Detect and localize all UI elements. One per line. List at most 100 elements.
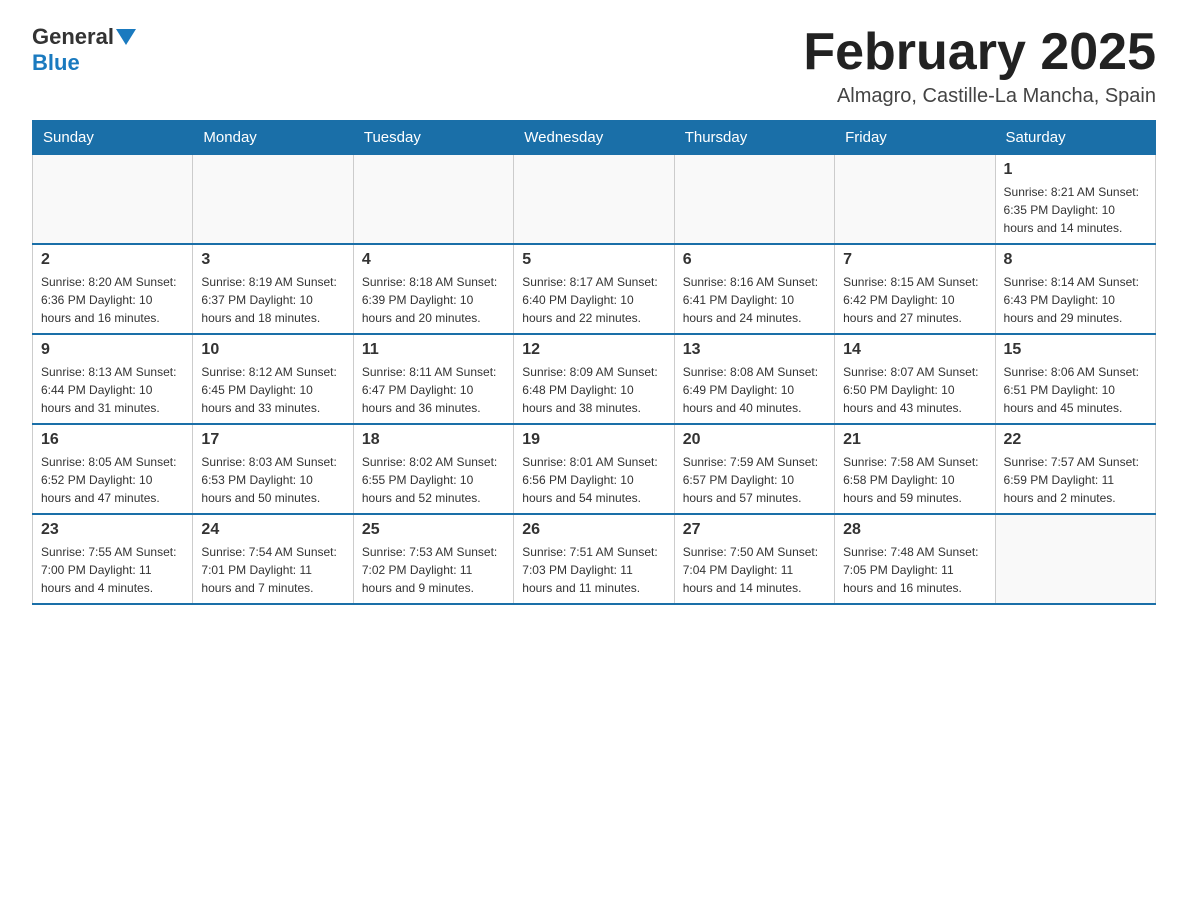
logo: General Blue: [32, 24, 138, 76]
day-info: Sunrise: 8:21 AM Sunset: 6:35 PM Dayligh…: [1004, 183, 1147, 237]
weekday-header-tuesday: Tuesday: [353, 121, 513, 155]
day-info: Sunrise: 8:08 AM Sunset: 6:49 PM Dayligh…: [683, 363, 826, 417]
calendar-cell: 19 Sunrise: 8:01 AM Sunset: 6:56 PM Dayli…: [514, 424, 674, 514]
calendar-cell: 10 Sunrise: 8:12 AM Sunset: 6:45 PM Dayli…: [193, 334, 353, 424]
day-number: 28: [843, 521, 986, 539]
calendar-cell: 27 Sunrise: 7:50 AM Sunset: 7:04 PM Dayli…: [674, 514, 834, 604]
day-info: Sunrise: 8:05 AM Sunset: 6:52 PM Dayligh…: [41, 453, 184, 507]
logo-triangle-icon: [116, 29, 136, 45]
calendar-cell: [514, 155, 674, 245]
day-info: Sunrise: 8:15 AM Sunset: 6:42 PM Dayligh…: [843, 273, 986, 327]
calendar-week-1: 1 Sunrise: 8:21 AM Sunset: 6:35 PM Daylig…: [33, 155, 1156, 245]
calendar-cell: 7 Sunrise: 8:15 AM Sunset: 6:42 PM Daylig…: [835, 244, 995, 334]
day-number: 16: [41, 431, 184, 449]
day-info: Sunrise: 8:19 AM Sunset: 6:37 PM Dayligh…: [201, 273, 344, 327]
calendar-body: 1 Sunrise: 8:21 AM Sunset: 6:35 PM Daylig…: [33, 155, 1156, 605]
calendar-week-5: 23 Sunrise: 7:55 AM Sunset: 7:00 PM Dayli…: [33, 514, 1156, 604]
day-number: 7: [843, 251, 986, 269]
calendar-cell: 20 Sunrise: 7:59 AM Sunset: 6:57 PM Dayli…: [674, 424, 834, 514]
day-info: Sunrise: 7:59 AM Sunset: 6:57 PM Dayligh…: [683, 453, 826, 507]
calendar-subtitle: Almagro, Castille-La Mancha, Spain: [803, 85, 1156, 108]
day-number: 20: [683, 431, 826, 449]
calendar-cell: 23 Sunrise: 7:55 AM Sunset: 7:00 PM Dayli…: [33, 514, 193, 604]
day-number: 6: [683, 251, 826, 269]
day-info: Sunrise: 8:07 AM Sunset: 6:50 PM Dayligh…: [843, 363, 986, 417]
day-info: Sunrise: 8:18 AM Sunset: 6:39 PM Dayligh…: [362, 273, 505, 327]
day-info: Sunrise: 8:01 AM Sunset: 6:56 PM Dayligh…: [522, 453, 665, 507]
title-block: February 2025 Almagro, Castille-La Manch…: [803, 24, 1156, 108]
calendar-cell: 2 Sunrise: 8:20 AM Sunset: 6:36 PM Daylig…: [33, 244, 193, 334]
day-info: Sunrise: 7:53 AM Sunset: 7:02 PM Dayligh…: [362, 543, 505, 597]
calendar-week-3: 9 Sunrise: 8:13 AM Sunset: 6:44 PM Daylig…: [33, 334, 1156, 424]
calendar-cell: 24 Sunrise: 7:54 AM Sunset: 7:01 PM Dayli…: [193, 514, 353, 604]
day-info: Sunrise: 8:17 AM Sunset: 6:40 PM Dayligh…: [522, 273, 665, 327]
day-number: 21: [843, 431, 986, 449]
calendar-cell: [835, 155, 995, 245]
day-number: 24: [201, 521, 344, 539]
day-info: Sunrise: 7:54 AM Sunset: 7:01 PM Dayligh…: [201, 543, 344, 597]
day-number: 1: [1004, 161, 1147, 179]
day-info: Sunrise: 8:03 AM Sunset: 6:53 PM Dayligh…: [201, 453, 344, 507]
weekday-header-thursday: Thursday: [674, 121, 834, 155]
weekday-row: SundayMondayTuesdayWednesdayThursdayFrid…: [33, 121, 1156, 155]
day-info: Sunrise: 8:20 AM Sunset: 6:36 PM Dayligh…: [41, 273, 184, 327]
day-number: 23: [41, 521, 184, 539]
logo-blue-text: Blue: [32, 50, 80, 76]
day-number: 11: [362, 341, 505, 359]
calendar-cell: 14Sunrise: 8:07 AM Sunset: 6:50 PM Dayli…: [835, 334, 995, 424]
calendar-cell: 16 Sunrise: 8:05 AM Sunset: 6:52 PM Dayli…: [33, 424, 193, 514]
day-number: 19: [522, 431, 665, 449]
calendar-cell: 15 Sunrise: 8:06 AM Sunset: 6:51 PM Dayli…: [995, 334, 1155, 424]
calendar-cell: [674, 155, 834, 245]
day-number: 2: [41, 251, 184, 269]
day-info: Sunrise: 8:09 AM Sunset: 6:48 PM Dayligh…: [522, 363, 665, 417]
page-header: General Blue February 2025 Almagro, Cast…: [32, 24, 1156, 108]
calendar-cell: 5 Sunrise: 8:17 AM Sunset: 6:40 PM Daylig…: [514, 244, 674, 334]
calendar-cell: 12Sunrise: 8:09 AM Sunset: 6:48 PM Dayli…: [514, 334, 674, 424]
day-info: Sunrise: 8:13 AM Sunset: 6:44 PM Dayligh…: [41, 363, 184, 417]
logo-general-text: General: [32, 24, 114, 50]
day-number: 27: [683, 521, 826, 539]
day-info: Sunrise: 8:06 AM Sunset: 6:51 PM Dayligh…: [1004, 363, 1147, 417]
weekday-header-monday: Monday: [193, 121, 353, 155]
calendar-cell: 1 Sunrise: 8:21 AM Sunset: 6:35 PM Daylig…: [995, 155, 1155, 245]
calendar-cell: 13 Sunrise: 8:08 AM Sunset: 6:49 PM Dayli…: [674, 334, 834, 424]
calendar-cell: 8Sunrise: 8:14 AM Sunset: 6:43 PM Daylig…: [995, 244, 1155, 334]
day-info: Sunrise: 7:50 AM Sunset: 7:04 PM Dayligh…: [683, 543, 826, 597]
day-number: 10: [201, 341, 344, 359]
day-number: 15: [1004, 341, 1147, 359]
calendar-cell: 3 Sunrise: 8:19 AM Sunset: 6:37 PM Daylig…: [193, 244, 353, 334]
calendar-cell: [353, 155, 513, 245]
day-number: 25: [362, 521, 505, 539]
day-info: Sunrise: 7:57 AM Sunset: 6:59 PM Dayligh…: [1004, 453, 1147, 507]
calendar-title: February 2025: [803, 24, 1156, 81]
day-info: Sunrise: 8:14 AM Sunset: 6:43 PM Dayligh…: [1004, 273, 1147, 327]
calendar-cell: [995, 514, 1155, 604]
day-info: Sunrise: 7:51 AM Sunset: 7:03 PM Dayligh…: [522, 543, 665, 597]
calendar-week-2: 2 Sunrise: 8:20 AM Sunset: 6:36 PM Daylig…: [33, 244, 1156, 334]
day-number: 13: [683, 341, 826, 359]
calendar-week-4: 16 Sunrise: 8:05 AM Sunset: 6:52 PM Dayli…: [33, 424, 1156, 514]
day-number: 18: [362, 431, 505, 449]
day-info: Sunrise: 8:12 AM Sunset: 6:45 PM Dayligh…: [201, 363, 344, 417]
calendar-cell: 22 Sunrise: 7:57 AM Sunset: 6:59 PM Dayli…: [995, 424, 1155, 514]
calendar-cell: 6Sunrise: 8:16 AM Sunset: 6:41 PM Daylig…: [674, 244, 834, 334]
day-number: 9: [41, 341, 184, 359]
calendar-cell: [33, 155, 193, 245]
day-number: 22: [1004, 431, 1147, 449]
calendar-cell: 11Sunrise: 8:11 AM Sunset: 6:47 PM Dayli…: [353, 334, 513, 424]
day-number: 3: [201, 251, 344, 269]
calendar-cell: 18Sunrise: 8:02 AM Sunset: 6:55 PM Dayli…: [353, 424, 513, 514]
day-info: Sunrise: 7:58 AM Sunset: 6:58 PM Dayligh…: [843, 453, 986, 507]
day-number: 4: [362, 251, 505, 269]
calendar-header: SundayMondayTuesdayWednesdayThursdayFrid…: [33, 121, 1156, 155]
calendar-table: SundayMondayTuesdayWednesdayThursdayFrid…: [32, 120, 1156, 605]
weekday-header-sunday: Sunday: [33, 121, 193, 155]
weekday-header-friday: Friday: [835, 121, 995, 155]
day-info: Sunrise: 7:55 AM Sunset: 7:00 PM Dayligh…: [41, 543, 184, 597]
day-number: 5: [522, 251, 665, 269]
weekday-header-saturday: Saturday: [995, 121, 1155, 155]
weekday-header-wednesday: Wednesday: [514, 121, 674, 155]
day-info: Sunrise: 7:48 AM Sunset: 7:05 PM Dayligh…: [843, 543, 986, 597]
calendar-cell: 9 Sunrise: 8:13 AM Sunset: 6:44 PM Daylig…: [33, 334, 193, 424]
